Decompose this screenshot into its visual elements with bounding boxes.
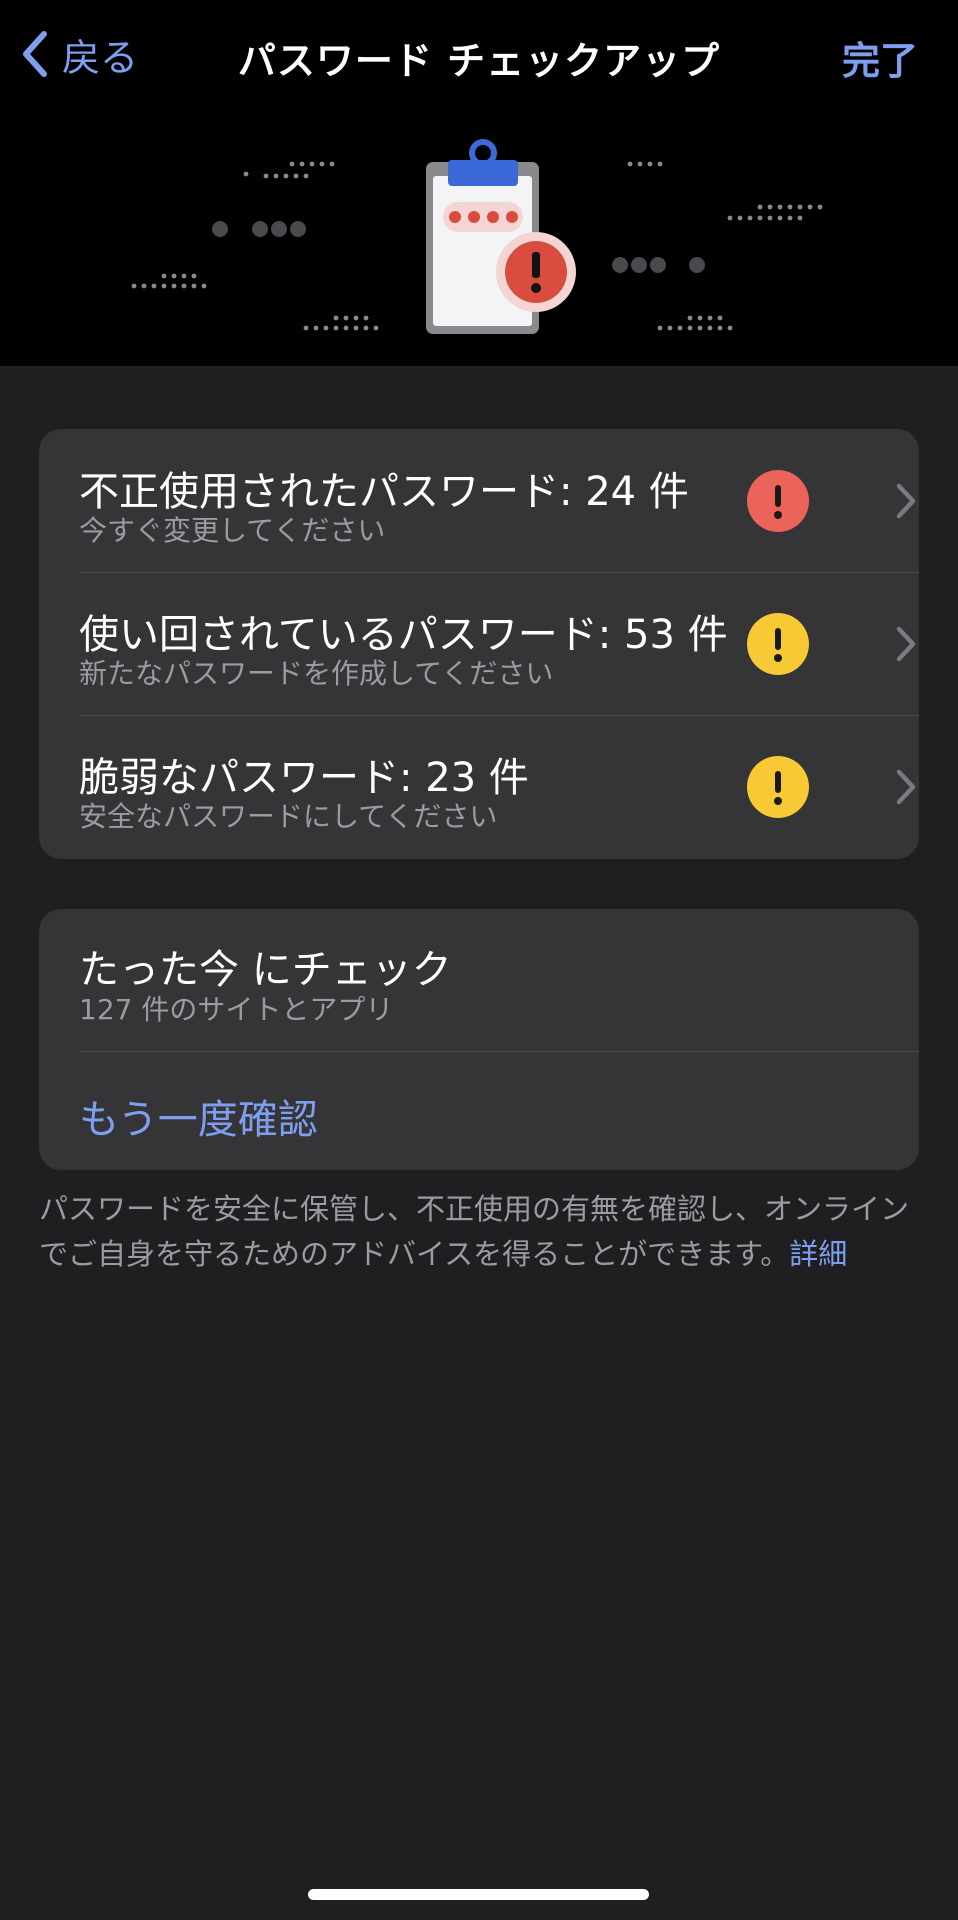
issues-list: 不正使用されたパスワード: 24 件 今すぐ変更してください 使い回されているパ…: [39, 429, 919, 859]
issue-subtitle: 新たなパスワードを作成してください: [79, 657, 554, 690]
footer-text: パスワードを安全に保管し、不正使用の有無を確認し、オンラインでご自身を守るための…: [39, 1192, 910, 1271]
last-check-group: たった今 にチェック 127 件のサイトとアプリ もう一度確認: [39, 909, 919, 1170]
footer-description: パスワードを安全に保管し、不正使用の有無を確認し、オンラインでご自身を守るための…: [39, 1187, 919, 1277]
details-link[interactable]: 詳細: [789, 1237, 847, 1271]
page-title: パスワード チェックアップ: [237, 39, 721, 83]
last-check-info: たった今 にチェック 127 件のサイトとアプリ: [39, 909, 919, 1051]
issue-subtitle: 安全なパスワードにしてください: [79, 800, 498, 833]
password-checkup-screen: 戻る パスワード チェックアップ 完了 不正使用されたパスワード: 24 件 今…: [0, 0, 958, 1920]
home-indicator[interactable]: [308, 1889, 649, 1900]
header-area: 戻る パスワード チェックアップ 完了: [0, 0, 958, 366]
list-item-compromised[interactable]: 不正使用されたパスワード: 24 件 今すぐ変更してください: [39, 429, 919, 572]
done-button[interactable]: 完了: [842, 30, 918, 85]
recheck-button[interactable]: もう一度確認: [39, 1051, 919, 1170]
exclamation-icon: [746, 469, 810, 533]
chevron-right-icon: [896, 769, 916, 805]
list-item-weak[interactable]: 脆弱なパスワード: 23 件 安全なパスワードにしてください: [39, 715, 919, 858]
sites-count: 127 件のサイトとアプリ: [79, 993, 394, 1026]
chevron-right-icon: [896, 483, 916, 519]
recheck-label: もう一度確認: [79, 1097, 318, 1143]
chevron-right-icon: [896, 626, 916, 662]
navigation-bar: 戻る パスワード チェックアップ 完了: [0, 0, 958, 110]
exclamation-icon: [746, 612, 810, 676]
clipboard-password-alert-illustration: [131, 139, 823, 334]
exclamation-icon: [746, 755, 810, 819]
issue-subtitle: 今すぐ変更してください: [79, 514, 386, 547]
last-check-title: たった今 にチェック: [79, 947, 452, 993]
list-item-reused[interactable]: 使い回されているパスワード: 53 件 新たなパスワードを作成してください: [39, 572, 919, 715]
